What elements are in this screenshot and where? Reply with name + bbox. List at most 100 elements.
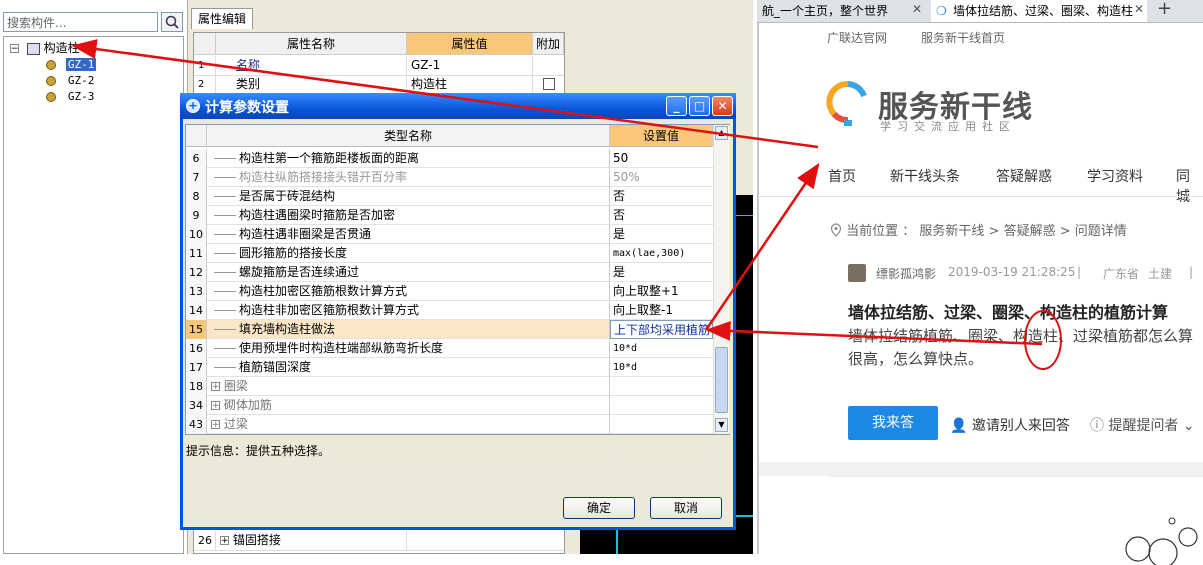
tree-item-gz3[interactable]: GZ-3 (46, 88, 94, 104)
tab-property-edit[interactable]: 属性编辑 (191, 8, 253, 29)
component-gear-icon (46, 59, 56, 70)
table-row[interactable]: 14 构造柱非加密区箍筋根数计算方式 向上取整-1 (186, 301, 713, 320)
browser-tab-active[interactable]: ❍ 墙体拉结筋、过梁、圈梁、构造柱 (931, 0, 1147, 22)
row-number: 7 (186, 168, 207, 187)
param-name-text: 填充墙构造柱做法 (239, 322, 336, 336)
row-number: 2 (194, 75, 216, 94)
param-value[interactable]: 否 (610, 187, 713, 206)
scroll-thumb[interactable] (715, 347, 728, 413)
row-number: 11 (186, 244, 207, 263)
group-row[interactable]: 43 + 过梁 (186, 415, 713, 434)
param-name-text: 使用预埋件时构造柱端部纵筋弯折长度 (239, 341, 444, 355)
tree-item-gz2[interactable]: GZ-2 (46, 72, 94, 88)
expand-icon[interactable]: + (211, 382, 220, 392)
search-button[interactable] (161, 12, 183, 32)
link-glodon[interactable]: 广联达官网 (827, 29, 887, 46)
table-row[interactable]: 9 构造柱遇圈梁时箍筋是否加密 否 (186, 206, 713, 225)
search-input[interactable]: 搜索构件... (3, 12, 158, 32)
table-row[interactable]: 11 圆形箍筋的搭接长度 max(lae,300) (186, 244, 713, 263)
param-value[interactable]: 上下部均采用植筋 (610, 320, 713, 339)
tree-node-root[interactable]: − 构造柱 (10, 40, 80, 56)
group-row[interactable]: 18 + 圈梁 (186, 377, 713, 396)
nav-materials[interactable]: 学习资料 (1087, 166, 1143, 186)
nav-home[interactable]: 首页 (828, 166, 856, 186)
param-value[interactable]: 10*d (610, 358, 713, 377)
expand-icon[interactable]: + (211, 420, 220, 430)
table-row[interactable]: 15 填充墙构造柱做法 上下部均采用植筋 (186, 320, 713, 339)
collapse-icon[interactable]: − (10, 44, 19, 54)
table-row[interactable]: 7 构造柱纵筋搭接接头错开百分率 50% (186, 168, 713, 187)
row-number: 43 (186, 415, 207, 434)
table-row[interactable]: 26 + 锚固搭接 (194, 531, 564, 551)
meta-divider: | (1077, 265, 1082, 279)
nav-qa[interactable]: 答疑解惑 (996, 166, 1052, 186)
param-name-text: 是否属于砖混结构 (239, 189, 336, 203)
question-user[interactable]: 缥影孤鸿影 (876, 265, 936, 282)
location-pin-icon (830, 223, 842, 237)
remind-button[interactable]: ⓘ 提醒提问者 ⌄ (1090, 415, 1195, 435)
nav-local[interactable]: 同城 (1176, 166, 1203, 206)
param-name: 构造柱第一个箍筋距楼板面的距离 (207, 149, 610, 168)
header-extra: 附加 (533, 33, 564, 55)
invite-button[interactable]: 👤 邀请别人来回答 (950, 415, 1070, 435)
param-value[interactable]: 是 (610, 263, 713, 282)
tree-item-gz1[interactable]: GZ-1 (46, 56, 97, 72)
table-row[interactable]: 2 类别 构造柱 (194, 75, 564, 95)
minimize-icon: _ (673, 99, 680, 113)
tab-close-icon[interactable]: ✕ (1134, 2, 1144, 16)
tab-close-icon[interactable]: ✕ (912, 2, 922, 16)
param-value[interactable]: 向上取整-1 (610, 301, 713, 320)
param-value[interactable]: 是 (610, 225, 713, 244)
tree-connector (214, 234, 236, 235)
question-time: 2019-03-19 21:28:25 (948, 265, 1076, 279)
extra-checkbox[interactable] (543, 78, 555, 90)
close-button[interactable]: ✕ (712, 96, 733, 116)
param-value[interactable]: 50% (610, 168, 713, 187)
group-row[interactable]: + 锚固搭接 (216, 531, 407, 550)
param-value[interactable]: 50 (610, 149, 713, 168)
table-row[interactable]: 1 名称 GZ-1 (194, 56, 564, 76)
table-row[interactable]: 8 是否属于砖混结构 否 (186, 187, 713, 206)
table-row[interactable]: 17 植筋锚固深度 10*d (186, 358, 713, 377)
maximize-button[interactable]: □ (689, 96, 710, 116)
expand-icon[interactable]: + (211, 401, 220, 411)
table-row[interactable]: 13 构造柱加密区箍筋根数计算方式 向上取整+1 (186, 282, 713, 301)
question-title[interactable]: 墙体拉结筋、过梁、圈梁、构造柱的植筋计算 (848, 299, 1168, 323)
table-row[interactable]: 10 构造柱遇非圈梁是否贯通 是 (186, 225, 713, 244)
param-value[interactable]: 否 (610, 206, 713, 225)
table-row[interactable]: 12 螺旋箍筋是否连续通过 是 (186, 263, 713, 282)
expand-icon[interactable]: + (220, 536, 229, 546)
avatar[interactable] (848, 264, 866, 282)
ok-button[interactable]: 确定 (563, 497, 635, 519)
param-value[interactable]: 10*d (610, 339, 713, 358)
param-value[interactable]: 向上取整+1 (610, 282, 713, 301)
minimize-button[interactable]: _ (666, 96, 687, 116)
scroll-down-icon[interactable]: ▼ (715, 418, 728, 432)
table-row[interactable]: 6 构造柱第一个箍筋距楼板面的距离 50 (186, 149, 713, 168)
param-value (610, 377, 713, 396)
tab-label: 航_一个主页，整个世界 (762, 4, 889, 18)
header-setting-value: 设置值 (610, 125, 713, 147)
param-name-text: 构造柱遇非圈梁是否贯通 (239, 227, 372, 241)
param-value[interactable]: max(lae,300) (610, 244, 713, 263)
group-row[interactable]: 34 + 砌体加筋 (186, 396, 713, 415)
nav-headlines[interactable]: 新干线头条 (890, 166, 960, 186)
table-row[interactable]: 16 使用预埋件时构造柱端部纵筋弯折长度 10*d (186, 339, 713, 358)
logo-bulb-icon (826, 80, 870, 128)
answer-card (828, 476, 1203, 565)
tree-connector (214, 177, 236, 178)
grid-scrollbar[interactable]: ▲ ▼ (713, 125, 730, 434)
new-tab-icon[interactable]: + (1157, 0, 1172, 19)
param-value (610, 396, 713, 415)
answer-button[interactable]: 我来答 (848, 406, 938, 440)
scroll-up-icon[interactable]: ▲ (715, 126, 728, 140)
cancel-button[interactable]: 取消 (650, 497, 722, 519)
row-number: 16 (186, 339, 207, 358)
property-value[interactable]: 构造柱 (407, 75, 533, 94)
site-favicon-icon: ❍ (936, 4, 947, 18)
question-tag[interactable]: 土建 (1148, 265, 1172, 282)
property-value[interactable]: GZ-1 (407, 56, 533, 75)
param-value (610, 415, 713, 434)
link-home[interactable]: 服务新干线首页 (921, 29, 1005, 46)
browser-tab-inactive[interactable]: 航_一个主页，整个世界 (759, 0, 932, 22)
